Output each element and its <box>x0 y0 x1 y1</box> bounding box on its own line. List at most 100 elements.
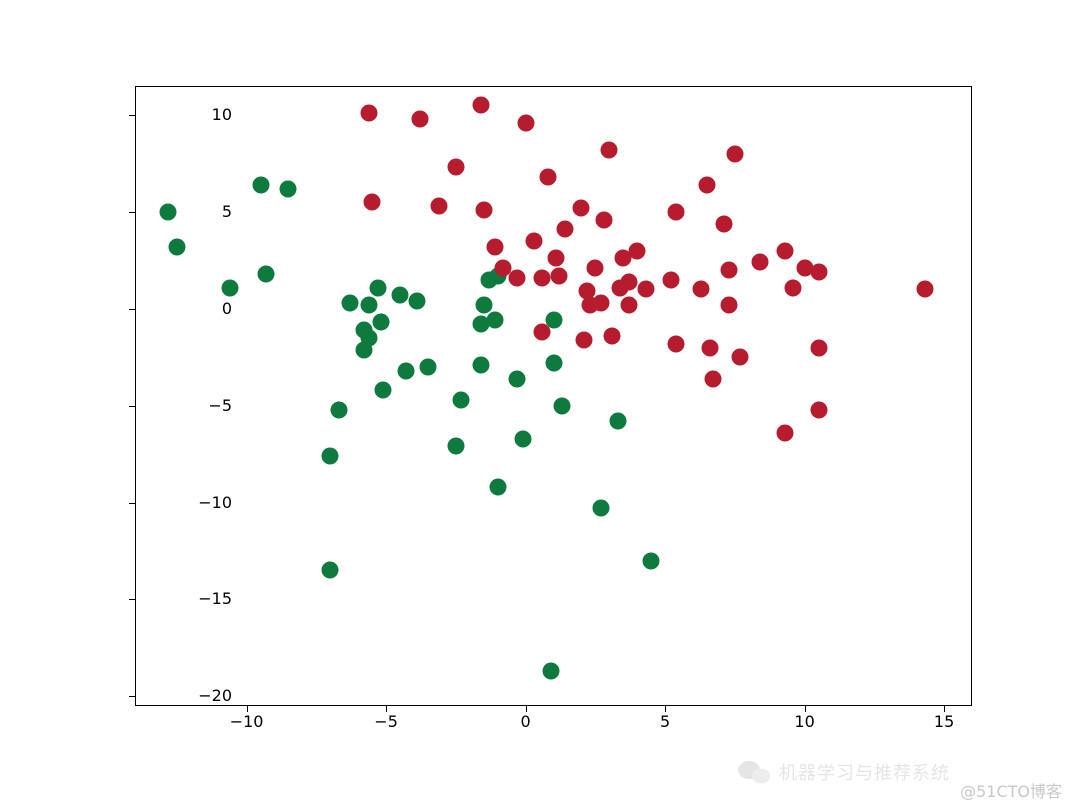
data-point-red <box>525 233 542 250</box>
data-point-red <box>721 262 738 279</box>
x-tick-mark <box>944 706 945 712</box>
data-point-green <box>553 397 570 414</box>
data-point-red <box>534 324 551 341</box>
data-point-red <box>662 271 679 288</box>
y-tick-label: −15 <box>132 589 232 608</box>
data-point-red <box>592 295 609 312</box>
x-tick-label: 5 <box>635 712 695 731</box>
data-point-red <box>534 269 551 286</box>
data-point-green <box>322 562 339 579</box>
y-tick-label: −20 <box>132 686 232 705</box>
y-tick-mark <box>129 599 135 600</box>
y-tick-label: −10 <box>132 493 232 512</box>
data-point-green <box>545 355 562 372</box>
data-point-red <box>620 296 637 313</box>
data-point-red <box>810 401 827 418</box>
data-point-red <box>637 281 654 298</box>
data-point-green <box>361 296 378 313</box>
data-point-green <box>258 265 275 282</box>
y-tick-label: 5 <box>132 202 232 221</box>
data-point-green <box>486 312 503 329</box>
data-point-red <box>551 267 568 284</box>
y-tick-mark <box>129 696 135 697</box>
data-point-green <box>361 329 378 346</box>
data-point-green <box>280 180 297 197</box>
x-tick-mark <box>526 706 527 712</box>
data-point-green <box>369 279 386 296</box>
data-point-red <box>916 281 933 298</box>
y-tick-mark <box>129 309 135 310</box>
data-point-green <box>509 370 526 387</box>
data-point-red <box>732 349 749 366</box>
data-point-red <box>509 269 526 286</box>
data-point-green <box>419 358 436 375</box>
source-watermark: @51CTO博客 <box>960 778 1062 802</box>
data-point-green <box>472 357 489 374</box>
data-point-green <box>221 279 238 296</box>
data-point-red <box>810 264 827 281</box>
data-point-red <box>721 296 738 313</box>
x-tick-label: 0 <box>496 712 556 731</box>
y-tick-mark <box>129 115 135 116</box>
data-point-red <box>698 176 715 193</box>
data-point-green <box>592 500 609 517</box>
data-point-red <box>447 159 464 176</box>
data-point-red <box>668 335 685 352</box>
data-point-red <box>701 339 718 356</box>
data-point-red <box>517 114 534 131</box>
data-point-red <box>539 169 556 186</box>
data-point-red <box>364 194 381 211</box>
data-point-red <box>693 281 710 298</box>
x-tick-mark <box>247 706 248 712</box>
data-point-red <box>573 200 590 217</box>
data-point-green <box>408 293 425 310</box>
data-point-red <box>777 242 794 259</box>
data-point-red <box>431 198 448 215</box>
data-point-red <box>361 105 378 122</box>
data-point-red <box>486 238 503 255</box>
data-point-green <box>609 413 626 430</box>
y-tick-mark <box>129 503 135 504</box>
data-point-red <box>475 202 492 219</box>
wechat-watermark-text: 机器学习与推荐系统 <box>779 759 950 785</box>
data-point-green <box>542 663 559 680</box>
data-point-red <box>601 141 618 158</box>
data-point-red <box>629 242 646 259</box>
data-point-red <box>620 273 637 290</box>
data-point-red <box>472 97 489 114</box>
data-point-green <box>375 382 392 399</box>
data-point-red <box>411 110 428 127</box>
y-tick-mark <box>129 212 135 213</box>
x-tick-label: 10 <box>775 712 835 731</box>
y-tick-label: −5 <box>132 396 232 415</box>
data-point-green <box>447 438 464 455</box>
y-tick-mark <box>129 406 135 407</box>
data-point-red <box>604 327 621 344</box>
data-point-red <box>785 279 802 296</box>
data-point-green <box>330 401 347 418</box>
x-tick-mark <box>665 706 666 712</box>
y-tick-label: 10 <box>132 105 232 124</box>
data-point-green <box>397 362 414 379</box>
data-point-red <box>704 370 721 387</box>
data-point-green <box>475 296 492 313</box>
data-point-green <box>160 203 177 220</box>
data-point-green <box>168 238 185 255</box>
x-tick-label: −5 <box>356 712 416 731</box>
data-point-green <box>252 176 269 193</box>
data-point-green <box>514 430 531 447</box>
wechat-watermark: 机器学习与推荐系统 <box>737 758 950 786</box>
data-point-green <box>322 448 339 465</box>
data-point-green <box>643 552 660 569</box>
data-point-green <box>372 314 389 331</box>
data-point-green <box>489 479 506 496</box>
y-tick-label: 0 <box>132 299 232 318</box>
data-point-red <box>595 211 612 228</box>
data-point-red <box>668 203 685 220</box>
data-point-red <box>777 424 794 441</box>
data-point-red <box>715 215 732 232</box>
data-point-red <box>810 339 827 356</box>
data-point-green <box>341 295 358 312</box>
data-point-green <box>392 287 409 304</box>
data-point-green <box>453 391 470 408</box>
